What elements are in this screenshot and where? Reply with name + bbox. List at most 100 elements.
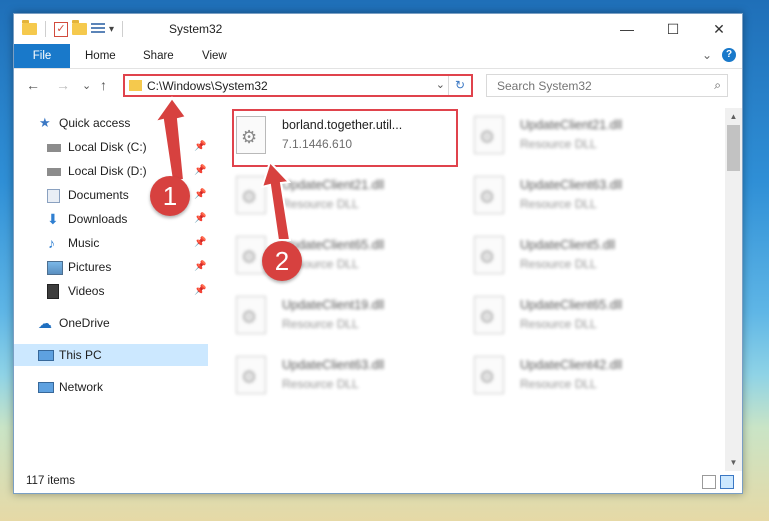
file-description: Resource DLL <box>520 257 597 271</box>
sidebar-item-label: Downloads <box>68 212 128 226</box>
list-item[interactable]: UpdateClient21.dll Resource DLL <box>214 170 434 224</box>
step-marker-1: 1 <box>150 176 190 216</box>
help-icon[interactable]: ? <box>722 48 736 62</box>
list-item[interactable]: UpdateClient63.dll Resource DLL <box>214 350 434 404</box>
search-input[interactable] <box>495 78 699 94</box>
caption-buttons: — ☐ ✕ <box>604 14 742 44</box>
file-name: UpdateClient5.dll <box>520 238 616 252</box>
new-folder-icon[interactable] <box>72 20 87 35</box>
file-name: UpdateClient63.dll <box>520 178 623 192</box>
view-toggle <box>702 475 734 489</box>
forward-arrow-icon[interactable]: → <box>56 77 70 93</box>
tab-view[interactable]: View <box>202 44 227 68</box>
pin-icon[interactable]: 📌 <box>194 136 206 158</box>
sidebar-item-music[interactable]: ♪ Music 📌 <box>14 232 208 254</box>
file-description: Resource DLL <box>282 197 359 211</box>
pin-icon[interactable]: 📌 <box>194 256 206 278</box>
list-item[interactable]: UpdateClient63.dll Resource DLL <box>452 170 672 224</box>
dll-file-icon <box>474 356 504 394</box>
search-icon[interactable]: ⌕ <box>714 78 721 93</box>
large-icons-view-icon[interactable] <box>720 475 734 489</box>
list-item[interactable]: UpdateClient65.dll Resource DLL <box>214 230 434 284</box>
address-path[interactable]: C:\Windows\System32 <box>147 79 268 93</box>
pictures-icon <box>47 261 63 275</box>
dll-file-icon <box>236 236 266 274</box>
pin-icon[interactable]: 📌 <box>194 232 206 254</box>
toolbar-separator <box>122 21 124 37</box>
file-description: Resource DLL <box>520 137 597 151</box>
file-name: UpdateClient65.dll <box>520 298 623 312</box>
sidebar-item-label: Documents <box>68 188 129 202</box>
address-dropdown-icon[interactable]: ⌄ <box>436 78 445 91</box>
up-arrow-icon[interactable]: ↑ <box>100 77 107 93</box>
sidebar-item-onedrive[interactable]: ☁ OneDrive <box>14 312 208 334</box>
navigation-bar: ← → ⌄ ↑ C:\Windows\System32 ⌄ ↻ ⌕ <box>14 71 742 101</box>
scroll-down-icon[interactable]: ▼ <box>725 454 742 471</box>
file-description: Resource DLL <box>520 197 597 211</box>
file-description: Resource DLL <box>520 317 597 331</box>
onedrive-icon: ☁ <box>38 315 52 331</box>
list-item[interactable]: UpdateClient19.dll Resource DLL <box>214 290 434 344</box>
dll-file-icon <box>236 356 266 394</box>
music-icon: ♪ <box>48 235 55 251</box>
back-arrow-icon[interactable]: ← <box>26 77 40 93</box>
list-item[interactable]: UpdateClient42.dll Resource DLL <box>452 350 672 404</box>
sidebar-item-local-disk-c[interactable]: Local Disk (C:) 📌 <box>14 136 208 158</box>
pin-icon[interactable]: 📌 <box>194 208 206 230</box>
address-bar[interactable]: C:\Windows\System32 ⌄ ↻ <box>123 74 473 97</box>
dll-file-icon <box>236 296 266 334</box>
sidebar-item-videos[interactable]: Videos 📌 <box>14 280 208 302</box>
network-icon <box>38 382 54 393</box>
expand-ribbon-icon[interactable]: ⌄ <box>702 48 712 62</box>
file-explorer-window: ✓ ▾ System32 — ☐ ✕ File Home Share View … <box>13 13 743 494</box>
sidebar-item-label: Videos <box>68 284 105 298</box>
scroll-thumb[interactable] <box>727 125 740 171</box>
properties-icon[interactable] <box>91 23 105 35</box>
file-name: UpdateClient21.dll <box>520 118 623 132</box>
downloads-icon: ⬇ <box>47 211 59 227</box>
search-box[interactable]: ⌕ <box>486 74 728 97</box>
sidebar-item-label: Quick access <box>59 116 131 130</box>
sidebar-item-label: Pictures <box>68 260 112 274</box>
dll-file-icon <box>474 116 504 154</box>
customize-toolbar-icon[interactable]: ▾ <box>109 24 114 35</box>
navigation-pane: ★ Quick access Local Disk (C:) 📌 Local D… <box>14 108 208 471</box>
pin-icon[interactable]: 📌 <box>194 160 206 182</box>
folder-icon[interactable] <box>22 20 37 35</box>
close-button[interactable]: ✕ <box>696 14 742 44</box>
dll-file-icon <box>474 176 504 214</box>
file-name: UpdateClient63.dll <box>282 358 385 372</box>
file-description: Resource DLL <box>520 377 597 391</box>
maximize-button[interactable]: ☐ <box>650 14 696 44</box>
sidebar-item-network[interactable]: Network <box>14 376 208 398</box>
sidebar-item-pictures[interactable]: Pictures 📌 <box>14 256 208 278</box>
ribbon-controls: ⌄ ? <box>702 48 736 62</box>
scroll-up-icon[interactable]: ▲ <box>725 108 742 125</box>
status-bar: 117 items <box>14 471 742 493</box>
file-name: UpdateClient42.dll <box>520 358 623 372</box>
tab-home[interactable]: Home <box>85 44 116 68</box>
recent-locations-icon[interactable]: ⌄ <box>82 79 91 92</box>
vertical-scrollbar[interactable]: ▲ ▼ <box>725 108 742 471</box>
item-count: 117 items <box>26 475 76 487</box>
pin-icon[interactable]: 📌 <box>194 184 206 206</box>
file-description: Resource DLL <box>282 377 359 391</box>
tab-file[interactable]: File <box>14 44 70 68</box>
minimize-button[interactable]: — <box>604 14 650 44</box>
dll-file-icon <box>474 236 504 274</box>
this-pc-icon <box>38 350 54 361</box>
refresh-icon[interactable]: ↻ <box>448 76 471 95</box>
sidebar-item-this-pc[interactable]: This PC <box>14 344 208 366</box>
list-item[interactable]: UpdateClient21.dll Resource DLL <box>452 110 672 164</box>
list-item[interactable]: UpdateClient5.dll Resource DLL <box>452 230 672 284</box>
toolbar-separator <box>45 21 46 37</box>
pin-icon[interactable]: 📌 <box>194 280 206 302</box>
properties-check-icon[interactable]: ✓ <box>54 21 68 37</box>
step-marker-2: 2 <box>262 241 302 281</box>
sidebar-item-quick-access[interactable]: ★ Quick access <box>14 112 208 134</box>
list-item[interactable]: UpdateClient65.dll Resource DLL <box>452 290 672 344</box>
tab-share[interactable]: Share <box>143 44 174 68</box>
window-title: System32 <box>169 22 223 36</box>
file-description: Resource DLL <box>282 317 359 331</box>
details-view-icon[interactable] <box>702 475 716 489</box>
